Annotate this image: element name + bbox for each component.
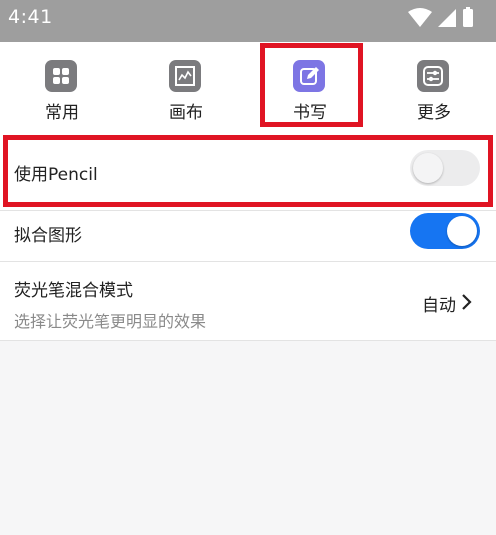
- tab-common[interactable]: 常用: [0, 42, 124, 126]
- setting-fit-shapes: 拟合图形: [0, 211, 496, 261]
- grid-icon: [45, 60, 77, 92]
- setting-value: 自动: [422, 296, 456, 316]
- wifi-icon: [408, 8, 432, 27]
- setting-subtitle: 选择让荧光笔更明显的效果: [14, 312, 207, 331]
- fit-shapes-toggle[interactable]: [410, 213, 480, 249]
- status-time: 4:41: [8, 6, 53, 28]
- setting-title: 荧光笔混合模式: [14, 281, 133, 301]
- tab-label: 更多: [417, 103, 451, 123]
- status-icons: [406, 6, 486, 30]
- setting-highlighter-blend[interactable]: 荧光笔混合模式 选择让荧光笔更明显的效果 自动: [0, 262, 496, 341]
- canvas-icon: [169, 60, 201, 92]
- divider: [0, 340, 496, 341]
- row-highlight-box: [3, 135, 493, 207]
- toggle-knob: [447, 216, 477, 246]
- tab-label: 常用: [45, 103, 79, 123]
- tab-highlight-box: [260, 43, 363, 127]
- signal-icon: [438, 9, 456, 27]
- chevron-right-icon: [462, 294, 472, 310]
- setting-title: 拟合图形: [14, 226, 82, 246]
- tab-more[interactable]: 更多: [372, 42, 496, 126]
- settings-tab-bar: 常用 画布 书写 更多: [0, 42, 496, 126]
- status-bar: 4:41: [0, 0, 496, 42]
- tab-label: 画布: [169, 103, 203, 123]
- battery-icon: [463, 7, 473, 27]
- tab-canvas[interactable]: 画布: [124, 42, 248, 126]
- sliders-icon: [417, 60, 449, 92]
